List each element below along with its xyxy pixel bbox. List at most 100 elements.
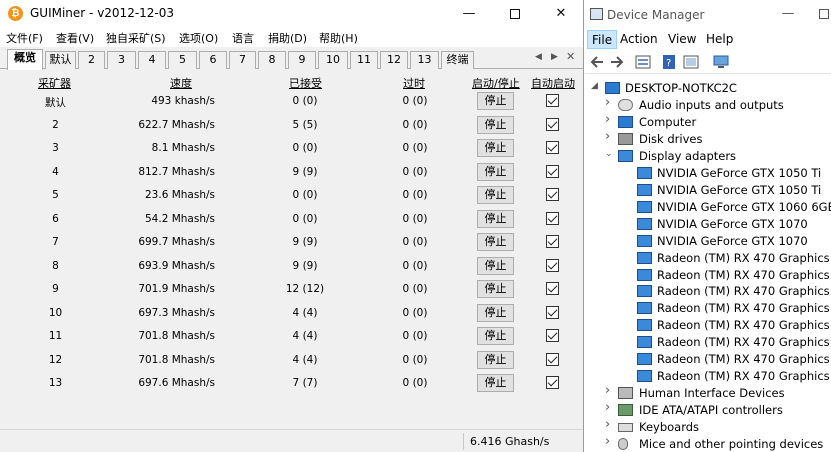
header-stale[interactable]: 过时 (403, 75, 425, 91)
header-autostart[interactable]: 自动启动 (531, 75, 575, 91)
tree-category[interactable]: › Audio inputs and outputs (605, 95, 825, 114)
header-accepted[interactable]: 已接受 (289, 75, 322, 91)
autostart-checkbox[interactable] (546, 94, 559, 107)
expand-arrow-icon[interactable]: › (605, 112, 610, 127)
tab-9[interactable]: 9 (288, 51, 316, 69)
back-arrow-icon[interactable] (589, 55, 605, 69)
autostart-checkbox[interactable] (546, 305, 559, 319)
tab-8[interactable]: 8 (258, 51, 286, 69)
close-button[interactable]: ✕ (538, 0, 583, 27)
tree-category[interactable]: ⌄ Display adapters (605, 148, 825, 165)
tree-device[interactable]: Radeon (TM) RX 470 Graphics (635, 368, 831, 385)
stop-button[interactable]: 停止 (477, 374, 514, 392)
autostart-checkbox[interactable] (546, 141, 559, 154)
dm-maximize-button[interactable] (801, 0, 831, 27)
tab-14[interactable]: 终端 (441, 51, 474, 69)
tab-11[interactable]: 11 (350, 51, 378, 69)
tree-device[interactable]: Radeon (TM) RX 470 Graphics (635, 317, 831, 334)
tab-2[interactable]: 2 (78, 51, 105, 69)
expand-arrow-icon[interactable]: › (605, 434, 610, 449)
device-manager-titlebar[interactable]: Device Manager — (585, 0, 831, 29)
menu-item-4[interactable]: 语言 (232, 30, 254, 46)
menu-item-3[interactable]: 选项(O) (179, 30, 218, 46)
stop-button[interactable]: 停止 (477, 280, 514, 298)
stop-button[interactable]: 停止 (477, 327, 514, 345)
properties-icon[interactable] (635, 55, 651, 69)
autostart-checkbox[interactable] (546, 235, 559, 248)
autostart-checkbox[interactable] (546, 282, 559, 295)
expand-arrow-icon[interactable]: › (605, 417, 610, 432)
collapse-arrow-icon[interactable]: ⌄ (605, 149, 613, 159)
menu-item-1[interactable]: 查看(V) (56, 30, 94, 46)
autostart-checkbox[interactable] (546, 376, 559, 389)
header-speed[interactable]: 速度 (170, 75, 192, 91)
stop-button[interactable]: 停止 (477, 115, 514, 134)
menu-item-6[interactable]: 帮助(H) (319, 30, 358, 46)
autostart-checkbox[interactable] (546, 164, 559, 178)
show-hidden-icon[interactable] (683, 55, 699, 69)
tab-6[interactable]: 6 (199, 51, 227, 69)
stop-button[interactable]: 停止 (477, 186, 514, 204)
autostart-checkbox[interactable] (546, 117, 559, 131)
tree-device[interactable]: Radeon (TM) RX 470 Graphics (635, 267, 831, 284)
stop-button[interactable]: 停止 (477, 303, 514, 322)
tree-device[interactable]: NVIDIA GeForce GTX 1070 (635, 233, 831, 250)
tab-12[interactable]: 12 (380, 51, 408, 69)
expand-arrow-icon[interactable]: › (605, 95, 610, 110)
tree-category[interactable]: › Computer (605, 112, 825, 131)
expand-arrow-icon[interactable]: › (605, 383, 610, 398)
stop-button[interactable]: 停止 (477, 350, 514, 369)
stop-button[interactable]: 停止 (477, 92, 514, 110)
tree-device[interactable]: Radeon (TM) RX 470 Graphics (635, 334, 831, 351)
expand-arrow-icon[interactable]: › (605, 400, 610, 415)
dm-menu-help[interactable]: Help (702, 30, 737, 49)
maximize-button[interactable] (492, 0, 538, 27)
autostart-checkbox[interactable] (546, 211, 559, 225)
tab-scroll-left-icon[interactable]: ◀ (535, 52, 542, 62)
tab-13[interactable]: 13 (410, 51, 439, 69)
tab-7[interactable]: 7 (229, 51, 256, 69)
tree-device[interactable]: NVIDIA GeForce GTX 1050 Ti (635, 182, 831, 199)
guiminer-titlebar[interactable]: ₿ GUIMiner - v2012-12-03 — ✕ (0, 0, 583, 27)
tree-device[interactable]: Radeon (TM) RX 470 Graphics (635, 250, 831, 267)
stop-button[interactable]: 停止 (477, 256, 514, 275)
autostart-checkbox[interactable] (546, 188, 559, 201)
stop-button[interactable]: 停止 (477, 233, 514, 251)
dm-menu-view[interactable]: View (664, 30, 700, 49)
tab-3[interactable]: 3 (107, 51, 136, 69)
menu-item-0[interactable]: 文件(F) (6, 30, 43, 46)
forward-arrow-icon[interactable] (609, 55, 625, 69)
header-start-stop[interactable]: 启动/停止 (472, 75, 520, 91)
tree-category[interactable]: › Keyboards (605, 417, 825, 436)
tree-device[interactable]: Radeon (TM) RX 470 Graphics (635, 283, 831, 300)
minimize-button[interactable]: — (446, 0, 492, 27)
dm-menu-file[interactable]: File (587, 30, 618, 49)
tab-5[interactable]: 5 (168, 51, 197, 69)
autostart-checkbox[interactable] (546, 329, 559, 342)
tree-category[interactable]: › Human Interface Devices (605, 383, 825, 402)
tab-10[interactable]: 10 (318, 51, 348, 69)
tab-close-icon[interactable]: ✕ (566, 50, 575, 63)
menu-item-5[interactable]: 捐助(D) (268, 30, 307, 46)
menu-item-2[interactable]: 独自采矿(S) (106, 30, 166, 46)
tree-device[interactable]: Radeon (TM) RX 470 Graphics (635, 300, 831, 317)
stop-button[interactable]: 停止 (477, 209, 514, 228)
tree-category[interactable]: › Mice and other pointing devices (605, 434, 825, 452)
autostart-checkbox[interactable] (546, 258, 559, 272)
expand-arrow-icon[interactable]: › (605, 129, 610, 144)
header-miner[interactable]: 采矿器 (38, 75, 71, 91)
tree-device[interactable]: NVIDIA GeForce GTX 1060 6GB (635, 199, 831, 216)
tab-1[interactable]: 默认 (45, 51, 76, 69)
tree-category[interactable]: › Disk drives (605, 129, 825, 148)
tree-device[interactable]: NVIDIA GeForce GTX 1070 (635, 216, 831, 233)
stop-button[interactable]: 停止 (477, 162, 514, 181)
stop-button[interactable]: 停止 (477, 139, 514, 157)
dm-menu-action[interactable]: Action (616, 30, 662, 49)
tab-4[interactable]: 4 (138, 51, 166, 69)
help-icon[interactable]: ? (661, 55, 677, 69)
tree-root[interactable]: ◢ DESKTOP-NOTKC2C (591, 80, 831, 97)
tree-category[interactable]: › IDE ATA/ATAPI controllers (605, 400, 825, 419)
tab-0[interactable]: 概览 (7, 49, 43, 70)
tree-device[interactable]: Radeon (TM) RX 470 Graphics (635, 351, 831, 368)
scan-hardware-icon[interactable] (713, 55, 729, 69)
